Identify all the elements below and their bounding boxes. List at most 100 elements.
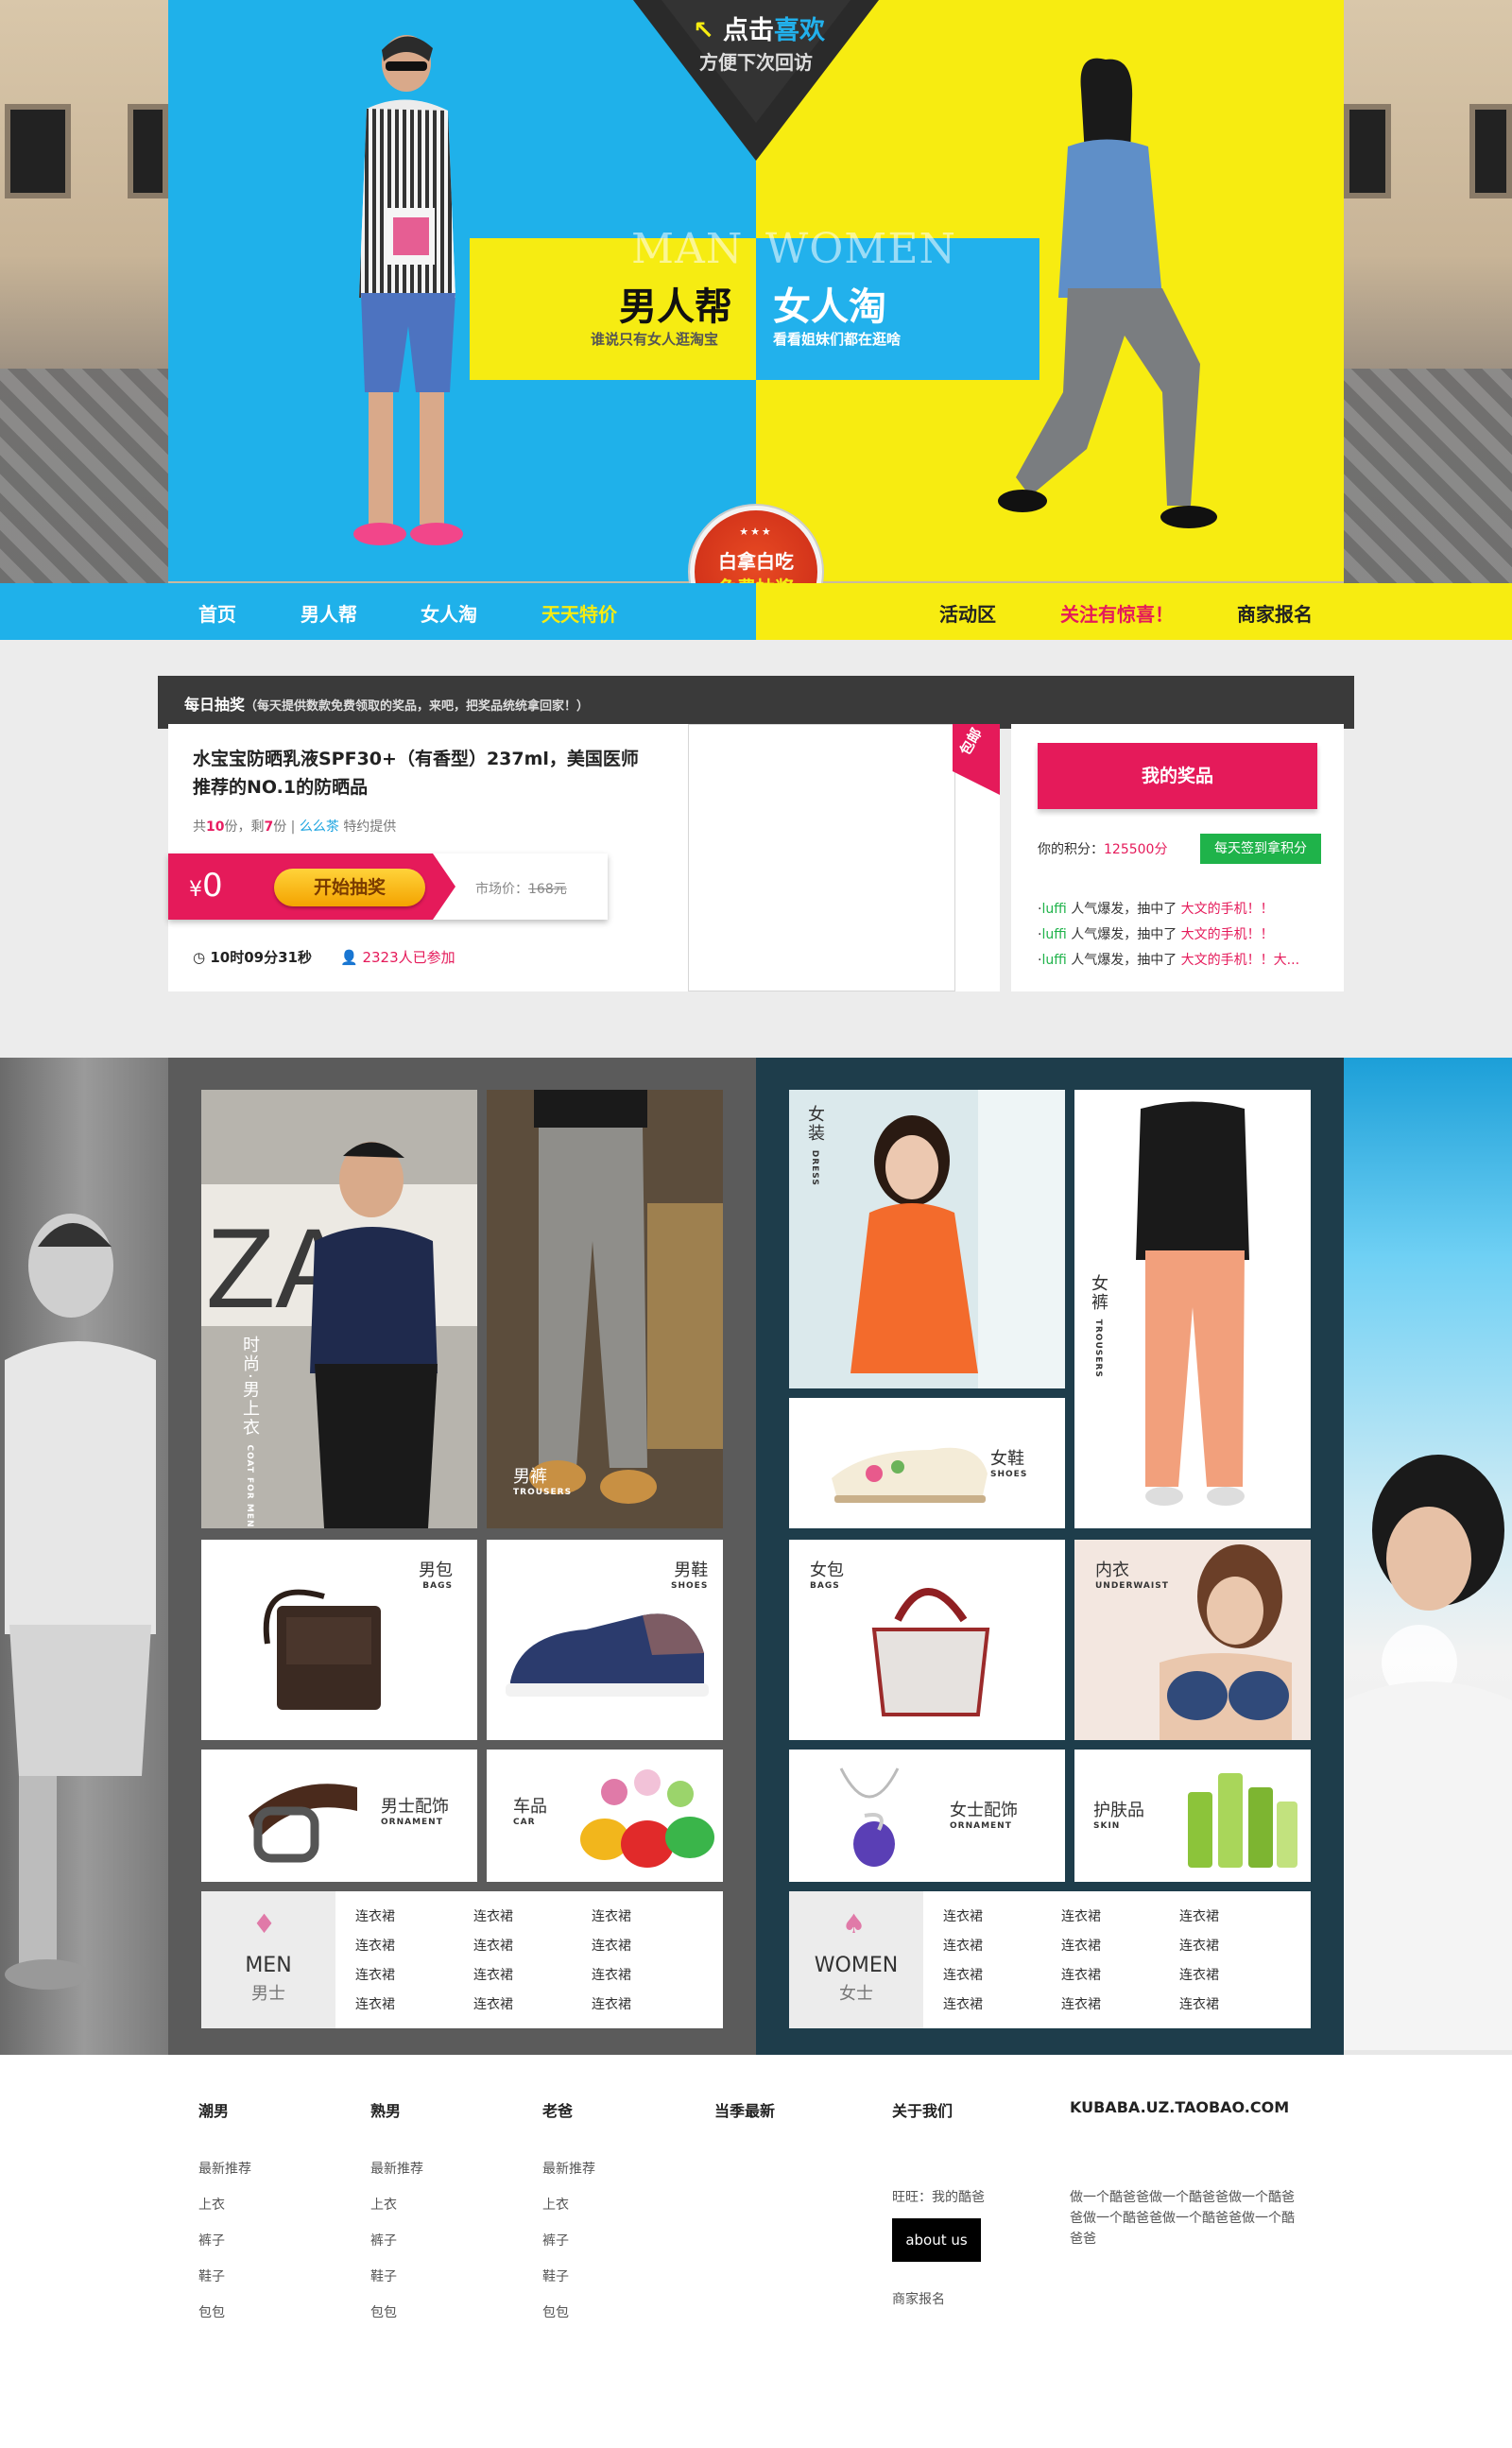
women-link[interactable]: 连衣裙 [1179, 1994, 1219, 2013]
footer-col-title[interactable]: 熟男 [370, 2098, 401, 2121]
women-link[interactable]: 连衣裙 [1179, 1906, 1219, 1925]
footer-link[interactable]: 上衣 [542, 2195, 569, 2214]
winner-prize[interactable]: 大文的手机！！大... [1181, 953, 1299, 968]
footer-about-title[interactable]: 关于我们 [892, 2098, 953, 2121]
main-nav: 首页 男人帮 女人淘 天天特价 活动区 关注有惊喜！ 商家报名 [0, 583, 1512, 640]
tile-women-shoes[interactable]: 女鞋 SHOES [789, 1398, 1065, 1528]
tile-men-trousers[interactable]: 男裤 TROUSERS [487, 1090, 723, 1528]
winner-prize[interactable]: 大文的手机！！ [1181, 927, 1274, 942]
footer-link[interactable]: 上衣 [370, 2195, 397, 2214]
currency-symbol: ¥ [189, 878, 202, 902]
tile-men-bags[interactable]: 男包 BAGS [201, 1540, 477, 1740]
tile-women-skin[interactable]: 护肤品 SKIN [1074, 1750, 1311, 1882]
men-link[interactable]: 连衣裙 [473, 1965, 513, 1984]
product-name[interactable]: 水宝宝防晒乳液SPF30+（有香型）237ml，美国医师推荐的NO.1的防晒品 [193, 745, 646, 802]
women-link[interactable]: 连衣裙 [1179, 1936, 1219, 1955]
men-link[interactable]: 连衣裙 [473, 1906, 513, 1925]
women-link[interactable]: 连衣裙 [943, 1994, 983, 2013]
tile-men-ornament[interactable]: 男士配饰 ORNAMENT [201, 1750, 477, 1882]
women-link[interactable]: 连衣裙 [1061, 1994, 1101, 2013]
market-price: 市场价：168元 [475, 879, 567, 898]
footer-link[interactable]: 鞋子 [370, 2267, 397, 2285]
women-ornament-label: 女士配饰 ORNAMENT [950, 1797, 1018, 1831]
men-link-header-zh: 男士 [251, 1984, 285, 2004]
nav-item-women[interactable]: 女人淘 [421, 599, 477, 627]
men-link[interactable]: 连衣裙 [592, 1965, 631, 1984]
winner-user[interactable]: luffi [1041, 927, 1066, 942]
tile-women-dress[interactable]: 女装 DRESS [789, 1090, 1065, 1388]
building-window [5, 104, 71, 198]
star-icon: ★★★ [739, 526, 773, 538]
tile-women-trousers[interactable]: 女裤 TROUSERS [1074, 1090, 1311, 1528]
footer-link[interactable]: 裤子 [370, 2231, 397, 2250]
footer-season-title[interactable]: 当季最新 [714, 2098, 775, 2121]
footer-link[interactable]: 最新推荐 [370, 2159, 423, 2178]
nav-item-home[interactable]: 首页 [198, 599, 236, 627]
category-section: ZA 时尚·男上衣 COAT FOR MEN 男裤 TROUSERS 男包 BAGS [0, 1058, 1512, 2055]
men-link[interactable]: 连衣裙 [473, 1936, 513, 1955]
men-link[interactable]: 连衣裙 [592, 1906, 631, 1925]
men-link[interactable]: 连衣裙 [473, 1994, 513, 2013]
women-link[interactable]: 连衣裙 [1061, 1965, 1101, 1984]
nav-item-activities[interactable]: 活动区 [939, 599, 996, 627]
women-link[interactable]: 连衣裙 [943, 1965, 983, 1984]
winner-user[interactable]: luffi [1041, 902, 1066, 917]
women-link[interactable]: 连衣裙 [1179, 1965, 1219, 1984]
men-link[interactable]: 连衣裙 [592, 1994, 631, 2013]
nav-item-follow[interactable]: 关注有惊喜！ [1060, 599, 1174, 627]
nav-item-men[interactable]: 男人帮 [301, 599, 357, 627]
men-link[interactable]: 连衣裙 [592, 1936, 631, 1955]
tile-men-coat[interactable]: ZA 时尚·男上衣 COAT FOR MEN [201, 1090, 477, 1528]
product-image[interactable] [688, 724, 955, 991]
footer-col-title[interactable]: 潮男 [198, 2098, 229, 2121]
footer-link[interactable]: 包包 [198, 2302, 225, 2321]
men-link[interactable]: 连衣裙 [355, 1994, 395, 2013]
daily-signin-button[interactable]: 每天签到拿积分 [1200, 834, 1321, 864]
women-link[interactable]: 连衣裙 [1061, 1936, 1101, 1955]
men-link[interactable]: 连衣裙 [355, 1936, 395, 1955]
tile-women-underwear[interactable]: 内衣 UNDERWAIST [1074, 1540, 1311, 1740]
tile-men-car[interactable]: 车品 CAR [487, 1750, 723, 1882]
footer-link[interactable]: 包包 [542, 2302, 569, 2321]
footer-link[interactable]: 上衣 [198, 2195, 225, 2214]
women-title[interactable]: 女人淘 [773, 276, 886, 331]
women-link[interactable]: 连衣裙 [1061, 1906, 1101, 1925]
footer-link[interactable]: 裤子 [542, 2231, 569, 2250]
man-title[interactable]: 男人帮 [619, 276, 732, 331]
women-dress-en: DRESS [810, 1149, 819, 1186]
women-link[interactable]: 连衣裙 [943, 1906, 983, 1925]
footer-wangwang[interactable]: 旺旺：我的酷爸 [892, 2187, 985, 2206]
winner-text: 人气爆发，抽中了 [1066, 927, 1181, 942]
tile-women-ornament[interactable]: 女士配饰 ORNAMENT [789, 1750, 1065, 1882]
building-window [1469, 104, 1512, 198]
footer-link[interactable]: 裤子 [198, 2231, 225, 2250]
footer-shop-url[interactable]: KUBABA.UZ.TAOBAO.COM [1070, 2098, 1289, 2116]
footer-col-title[interactable]: 老爸 [542, 2098, 573, 2121]
sponsor-link[interactable]: 么么茶 [300, 819, 339, 835]
men-link[interactable]: 连衣裙 [355, 1906, 395, 1925]
men-trousers-en: TROUSERS [513, 1488, 573, 1497]
participants-count: 👤 2323人已参加 [340, 947, 455, 967]
men-link[interactable]: 连衣裙 [355, 1965, 395, 1984]
men-link-header: ♦ MEN 男士 [201, 1891, 335, 2028]
footer-link[interactable]: 最新推荐 [198, 2159, 251, 2178]
footer-link[interactable]: 鞋子 [198, 2267, 225, 2285]
lottery-price: ¥0 [168, 853, 277, 920]
footer-link[interactable]: 最新推荐 [542, 2159, 595, 2178]
tile-men-shoes[interactable]: 男鞋 SHOES [487, 1540, 723, 1740]
product-stock: 共10份，剩7份 | 么么茶 特约提供 [193, 817, 396, 836]
winner-prize[interactable]: 大文的手机！！ [1181, 902, 1274, 917]
favorite-cta[interactable]: ↖ 点击喜欢 [693, 9, 825, 46]
about-us-button[interactable]: about us [892, 2218, 981, 2262]
tile-women-bags[interactable]: 女包 BAGS [789, 1540, 1065, 1740]
winner-user[interactable]: luffi [1041, 953, 1066, 968]
belt-image [249, 1784, 357, 1863]
nav-item-merchant[interactable]: 商家报名 [1237, 599, 1313, 627]
footer-merchant-link[interactable]: 商家报名 [892, 2289, 945, 2308]
start-lottery-button[interactable]: 开始抽奖 [274, 869, 425, 906]
footer-link[interactable]: 包包 [370, 2302, 397, 2321]
footer-link[interactable]: 鞋子 [542, 2267, 569, 2285]
nav-item-daily-deals[interactable]: 天天特价 [541, 599, 617, 627]
women-link[interactable]: 连衣裙 [943, 1936, 983, 1955]
my-prizes-button[interactable]: 我的奖品 [1038, 743, 1317, 809]
